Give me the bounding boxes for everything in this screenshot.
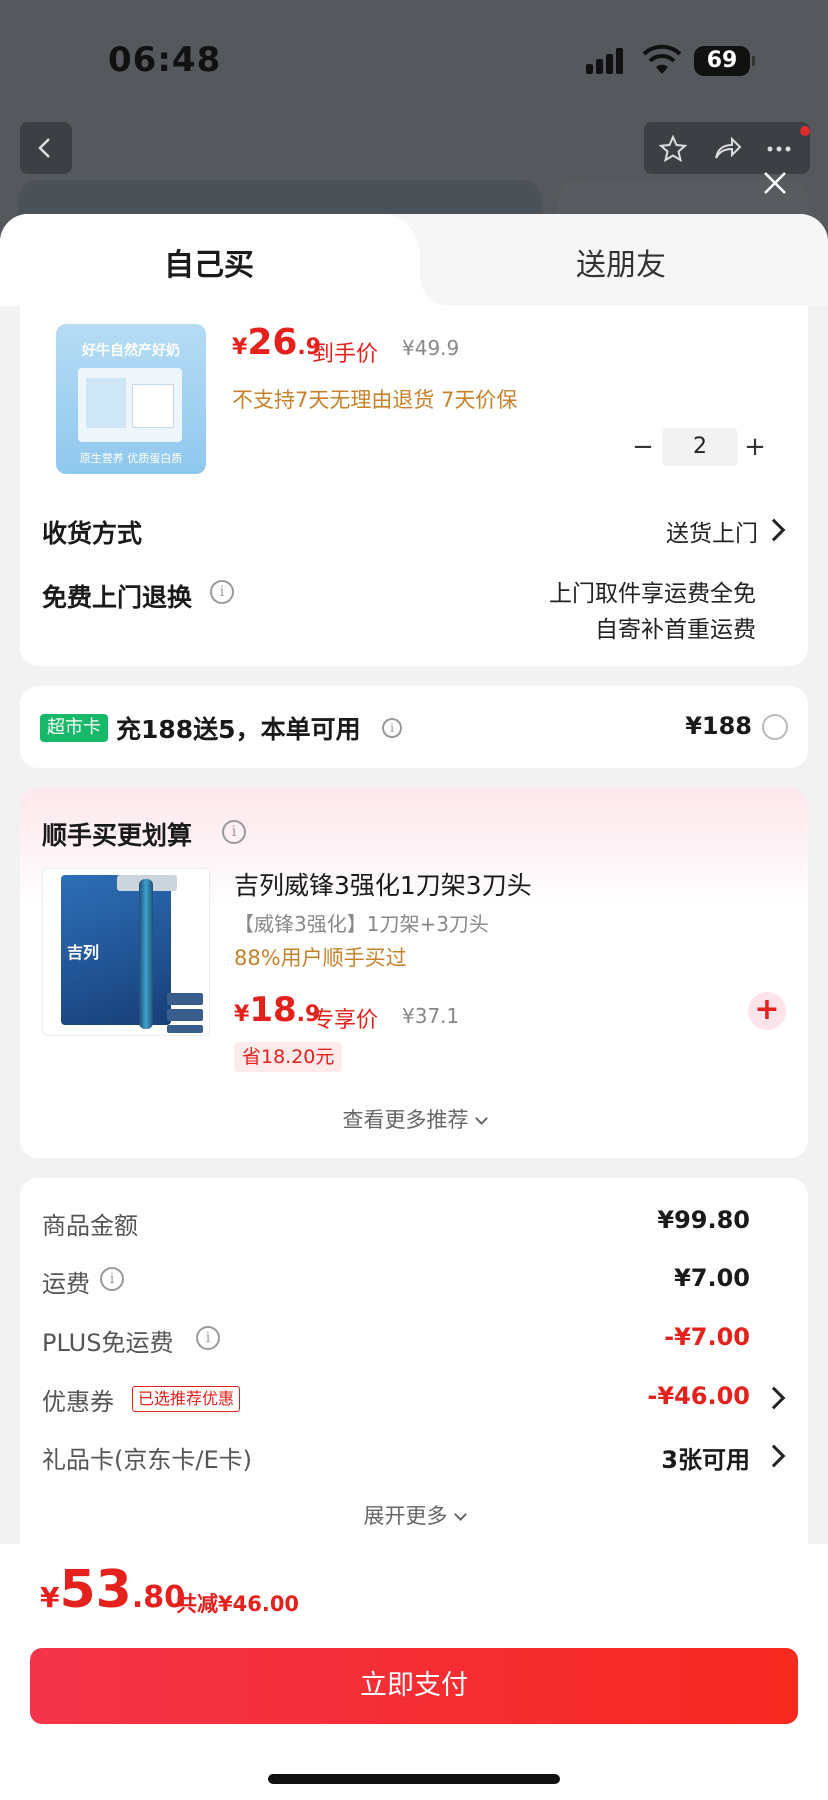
product-price: ¥26.9	[232, 322, 321, 363]
more-icon[interactable]	[764, 134, 794, 164]
bundle-title: 顺手买更划算	[42, 821, 193, 850]
razor-handle	[139, 879, 153, 1029]
notification-dot	[800, 126, 810, 136]
chevron-left-icon	[38, 138, 50, 158]
total-saved: 共减¥46.00	[176, 1592, 300, 1616]
share-icon[interactable]	[712, 134, 742, 164]
close-icon[interactable]	[762, 170, 788, 196]
bundle-price: ¥18.9	[234, 990, 320, 1030]
plus-freight-value: -¥7.00	[664, 1323, 750, 1351]
battery-icon: 69	[694, 46, 755, 76]
product-policy: 不支持7天无理由退货 7天价保	[232, 388, 518, 412]
more-recommendations-label: 查看更多推荐	[342, 1108, 469, 1132]
bundle-original-price: ¥37.1	[402, 1004, 460, 1028]
chevron-down-icon	[474, 1112, 488, 1125]
quantity-decrease-button[interactable]: −	[630, 432, 656, 462]
gift-card-label: 礼品卡(京东卡/E卡)	[42, 1446, 252, 1474]
delivery-label: 收货方式	[42, 519, 143, 548]
tab-self[interactable]: 自己买	[0, 214, 448, 306]
status-bar: 06:48 69	[0, 0, 828, 110]
plus-freight-label: PLUS免运费	[42, 1329, 174, 1357]
signal-icon	[586, 48, 626, 74]
tab-self-label: 自己买	[164, 248, 254, 283]
add-bundle-button[interactable]: +	[748, 992, 786, 1030]
price-currency: ¥	[234, 1002, 250, 1027]
coupon-value[interactable]: -¥46.00	[647, 1382, 750, 1410]
product-image[interactable]: 好牛自然产好奶 原生营养 优质蛋白质	[56, 324, 206, 474]
bundle-item-subtitle: 【威锋3强化】1刀架+3刀头	[234, 912, 489, 936]
price-integer: 26	[247, 322, 298, 363]
expand-more-link[interactable]: 展开更多	[0, 1500, 828, 1530]
supermarket-text: 充188送5，本单可用	[116, 715, 361, 744]
freight-value: ¥7.00	[674, 1264, 750, 1292]
product-card-top	[20, 306, 808, 326]
status-time: 06:48	[108, 40, 222, 80]
coupon-label: 优惠券	[42, 1388, 114, 1416]
total-price: ¥53.80	[40, 1560, 185, 1620]
bundle-price-tag: 专享价	[312, 1008, 379, 1033]
product-box	[78, 368, 182, 442]
info-icon[interactable]: i	[100, 1267, 124, 1291]
home-indicator[interactable]	[268, 1774, 560, 1784]
back-button[interactable]	[20, 122, 72, 174]
info-icon[interactable]: i	[222, 820, 246, 844]
razor-blade	[167, 1009, 203, 1021]
tab-friend[interactable]: 送朋友	[576, 240, 666, 284]
product-image-slogan: 好牛自然产好奶	[82, 343, 180, 359]
tab-bar: 自己买 送朋友	[0, 214, 828, 306]
original-price: ¥49.9	[402, 336, 460, 360]
pay-now-button[interactable]: 立即支付	[30, 1648, 798, 1724]
supermarket-amount: ¥188	[685, 712, 752, 740]
chevron-down-icon	[453, 1508, 467, 1521]
goods-amount-label: 商品金额	[42, 1212, 138, 1240]
supermarket-badge: 超市卡	[40, 714, 108, 742]
razor-blade	[167, 1025, 203, 1033]
product-image-footer: 原生营养 优质蛋白质	[79, 452, 183, 465]
info-icon[interactable]: i	[196, 1326, 220, 1350]
freight-label: 运费	[42, 1270, 90, 1298]
supermarket-radio[interactable]	[762, 714, 788, 740]
quantity-increase-button[interactable]: +	[742, 432, 768, 462]
coupon-badge: 已选推荐优惠	[132, 1386, 241, 1412]
expand-more-label: 展开更多	[363, 1504, 448, 1528]
gift-card-value[interactable]: 3张可用	[661, 1440, 750, 1475]
return-line2: 自寄补首重运费	[595, 617, 756, 643]
return-label: 免费上门退换	[42, 583, 193, 612]
more-recommendations-link[interactable]: 查看更多推荐	[0, 1104, 828, 1134]
price-integer: 53	[59, 1560, 132, 1620]
price-currency: ¥	[232, 335, 248, 360]
razor-image[interactable]: 吉列	[42, 868, 210, 1036]
price-integer: 18	[249, 990, 297, 1030]
info-icon[interactable]: i	[210, 580, 234, 604]
top-actions	[644, 122, 810, 174]
price-tag: 到手价	[312, 342, 379, 367]
quantity-input[interactable]: 2	[662, 428, 738, 466]
razor-logo: 吉列	[67, 943, 100, 962]
delivery-value[interactable]: 送货上门	[540, 514, 758, 548]
price-currency: ¥	[40, 1581, 60, 1614]
return-line1: 上门取件享运费全免	[549, 581, 756, 607]
razor-blade	[167, 993, 203, 1005]
wifi-icon	[642, 44, 682, 74]
bundle-save-badge: 省18.20元	[234, 1042, 343, 1072]
star-icon[interactable]	[658, 134, 688, 164]
bundle-item-title[interactable]: 吉列威锋3强化1刀架3刀头	[234, 866, 532, 902]
bundle-item-popularity: 88%用户顺手买过	[234, 946, 407, 970]
battery-level: 69	[706, 48, 738, 73]
goods-amount-value: ¥99.80	[657, 1206, 750, 1234]
info-icon[interactable]: i	[382, 718, 402, 738]
